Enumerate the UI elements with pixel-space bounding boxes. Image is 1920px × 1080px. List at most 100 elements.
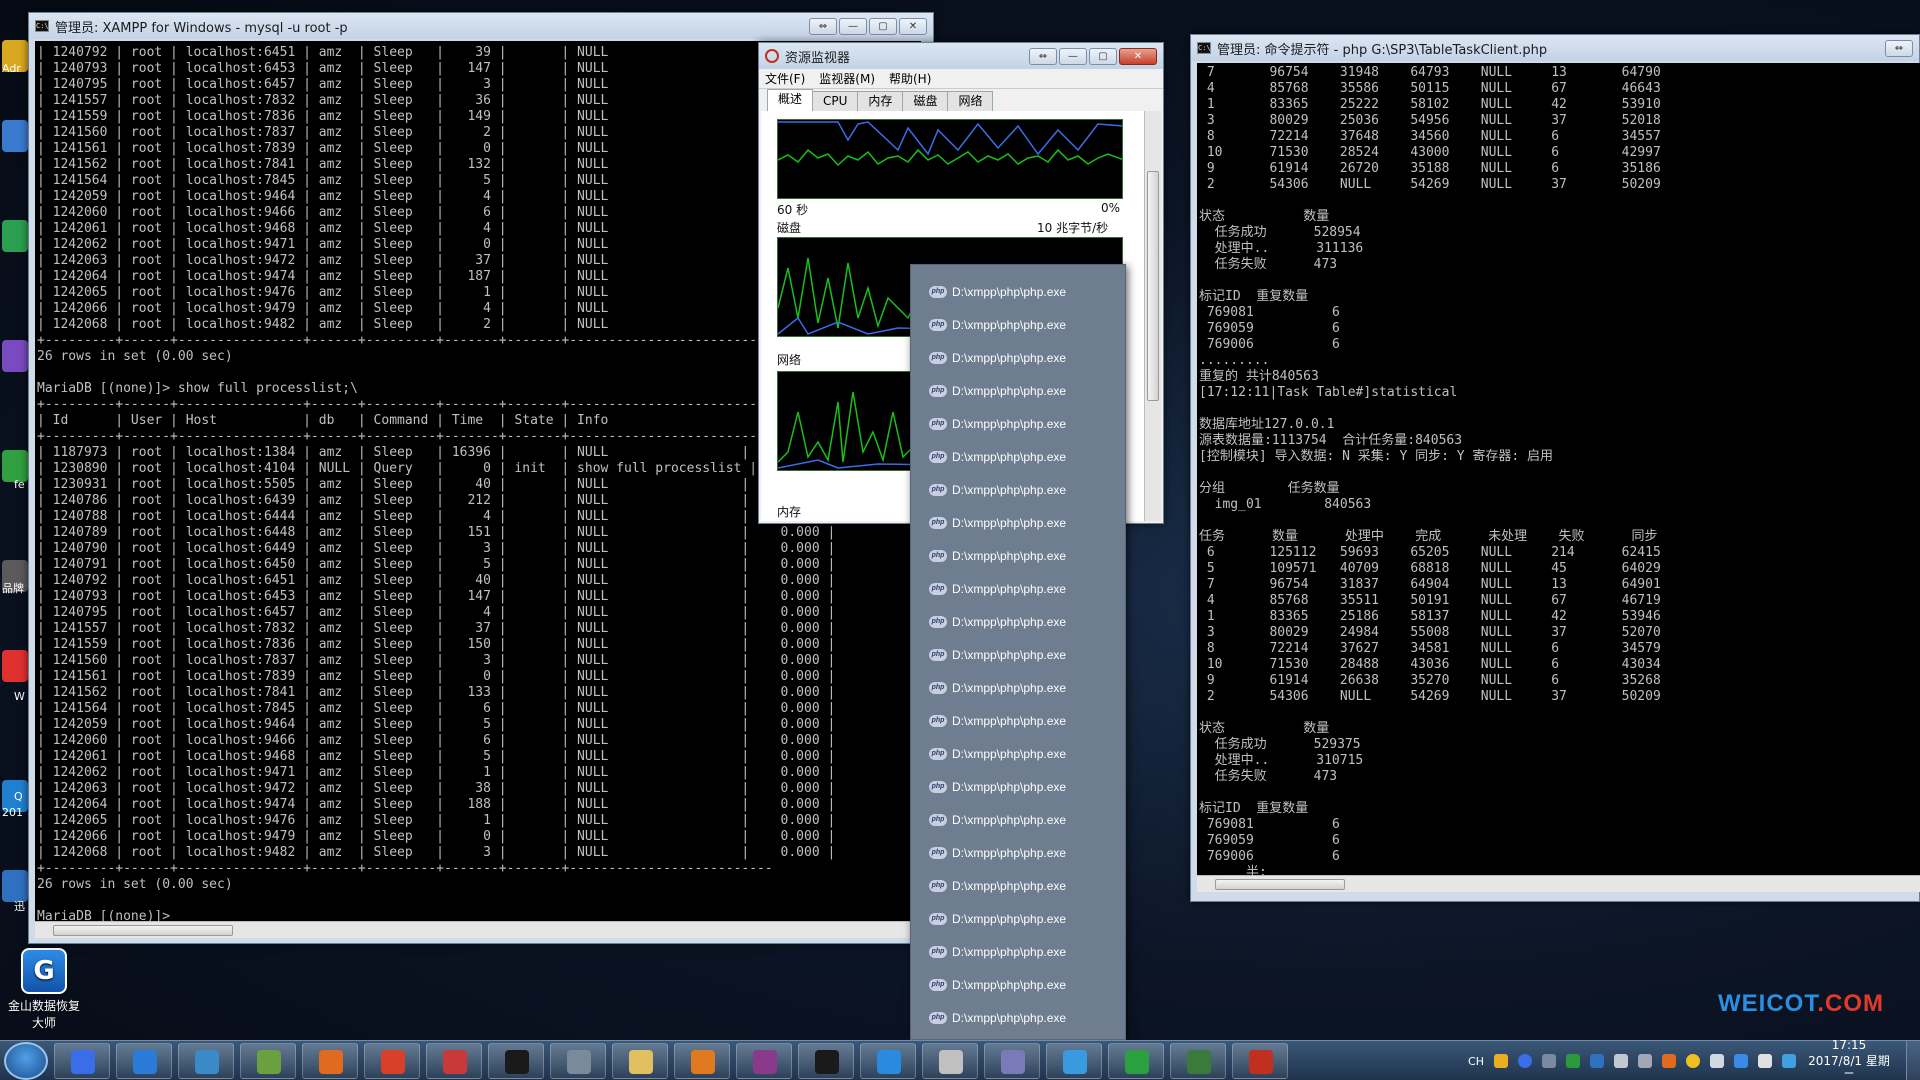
taskbar-app-php[interactable] [54,1042,110,1079]
resmon-restore-aero-icon[interactable]: ⇔ [1029,47,1057,65]
php-window-item[interactable]: php D:\xmpp\php\php.exe [911,374,1125,407]
restore-aero-icon[interactable]: ⇔ [809,17,837,35]
xampp-horizontal-scrollbar[interactable] [35,921,921,938]
tray-pen-icon[interactable] [1758,1054,1772,1068]
php-window-item[interactable]: php D:\xmpp\php\php.exe [911,572,1125,605]
taskbar-app-bird[interactable] [426,1042,482,1079]
taskbar-app-folder[interactable] [612,1042,668,1079]
php-window-item[interactable]: php D:\xmpp\php\php.exe [911,539,1125,572]
php-icon: php [929,978,947,991]
taskbar-app-teamviewer[interactable] [860,1042,916,1079]
taskbar-app-notepad[interactable] [240,1042,296,1079]
tab-overview[interactable]: 概述 [767,89,814,111]
php-icon: php [929,483,947,496]
php-window-item[interactable]: php D:\xmpp\php\php.exe [911,1001,1125,1034]
tab-memory[interactable]: 内存 [857,91,904,111]
tray-volume-icon[interactable] [1710,1054,1724,1068]
php-window-item[interactable]: php D:\xmpp\php\php.exe [911,803,1125,836]
resmon-maximize-button[interactable]: ▢ [1089,47,1117,65]
taskbar-app-monitor[interactable] [1170,1042,1226,1079]
taskbar-app-speaker[interactable] [674,1042,730,1079]
cmd-terminal-output[interactable]: 7 96754 31948 64793 NULL 13 64790 4 8576… [1197,63,1920,875]
tray-green-icon[interactable] [1566,1054,1580,1068]
taskbar-app-window[interactable] [550,1042,606,1079]
tray-xampp-icon[interactable] [1662,1054,1676,1068]
terminal-line: | 1242065 | root | localhost:9476 | amz … [37,813,836,828]
xampp-titlebar[interactable]: C:\ 管理员: XAMPP for Windows - mysql -u ro… [29,13,933,39]
cmd-titlebar[interactable]: C:\ 管理员: 命令提示符 - php G:\SP3\TableTaskCli… [1191,35,1919,61]
php-window-item[interactable]: php D:\xmpp\php\php.exe [911,308,1125,341]
taskbar-app-php[interactable] [984,1042,1040,1079]
php-window-item[interactable]: php D:\xmpp\php\php.exe [911,275,1125,308]
partial-label-3: 品牌 [2,582,24,595]
php-icon: php [929,318,947,331]
taskbar-app-w[interactable] [1046,1042,1102,1079]
php-window-item[interactable]: php D:\xmpp\php\php.exe [911,473,1125,506]
start-button[interactable] [4,1041,48,1080]
cmd-horizontal-scrollbar[interactable] [1197,875,1920,892]
php-window-item[interactable]: php D:\xmpp\php\php.exe [911,770,1125,803]
tab-disk[interactable]: 磁盘 [902,91,949,111]
resmon-vertical-scrollbar[interactable] [1144,111,1161,521]
taskbar-clock[interactable]: 17:15 2017/8/1 星期二 [1806,1037,1892,1080]
php-window-item[interactable]: php D:\xmpp\php\php.exe [911,737,1125,770]
taskbar-app-pen[interactable] [116,1042,172,1079]
data-recovery-label-1: 金山数据恢复 [7,999,80,1013]
tray-shield-icon[interactable] [1590,1054,1604,1068]
xampp-scroll-thumb[interactable] [53,925,233,936]
php-window-item[interactable]: php D:\xmpp\php\php.exe [911,605,1125,638]
php-window-item[interactable]: php D:\xmpp\php\php.exe [911,341,1125,374]
taskbar-app-network[interactable] [178,1042,234,1079]
php-window-item[interactable]: php D:\xmpp\php\php.exe [911,836,1125,869]
terminal-line: 1 83365 25222 58102 NULL 42 53910 [1199,97,1661,112]
terminal-line: 6 125112 59693 65205 NULL 214 62415 [1199,545,1661,560]
resmon-title: 资源监视器 [785,50,851,66]
tab-network[interactable]: 网络 [947,91,994,111]
tray-network-icon[interactable] [1614,1054,1628,1068]
taskbar-app-cmd[interactable] [488,1042,544,1079]
taskbar-app-chrome[interactable] [364,1042,420,1079]
resmon-titlebar[interactable]: 资源监视器 ⇔ — ▢ ✕ [759,43,1163,69]
tray-help-icon[interactable] [1518,1054,1532,1068]
taskbar-app-xampp[interactable] [302,1042,358,1079]
php-window-item[interactable]: php D:\xmpp\php\php.exe [911,968,1125,1001]
php-window-item[interactable]: php D:\xmpp\php\php.exe [911,407,1125,440]
menu-help[interactable]: 帮助(H) [889,70,931,87]
desktop-icon-data-recovery[interactable]: G 金山数据恢复 大师 [4,948,84,1032]
maximize-button[interactable]: ▢ [869,17,897,35]
taskbar-app-editor[interactable] [922,1042,978,1079]
php-window-item[interactable]: php D:\xmpp\php\php.exe [911,671,1125,704]
php-window-item[interactable]: php D:\xmpp\php\php.exe [911,902,1125,935]
tray-qq-icon[interactable] [1686,1054,1700,1068]
taskbar-app-s[interactable] [1108,1042,1164,1079]
cmd-window[interactable]: C:\ 管理员: 命令提示符 - php G:\SP3\TableTaskCli… [1190,34,1920,902]
menu-file[interactable]: 文件(F) [765,70,805,87]
menu-monitor[interactable]: 监视器(M) [819,70,875,87]
partial-label-5: Q [14,790,23,803]
php-window-item[interactable]: php D:\xmpp\php\php.exe [911,935,1125,968]
taskbar-app-resmon[interactable] [1232,1042,1288,1079]
tray-flag-icon[interactable] [1734,1054,1748,1068]
php-window-item[interactable]: php D:\xmpp\php\php.exe [911,506,1125,539]
input-language-indicator[interactable]: CH [1468,1055,1484,1068]
php-window-label: D:\xmpp\php\php.exe [952,812,1067,827]
resmon-minimize-button[interactable]: — [1059,47,1087,65]
show-desktop-button[interactable] [1906,1041,1920,1080]
php-window-item[interactable]: php D:\xmpp\php\php.exe [911,704,1125,737]
cmd-scroll-thumb[interactable] [1215,879,1345,890]
minimize-button[interactable]: — [839,17,867,35]
php-window-item[interactable]: php D:\xmpp\php\php.exe [911,869,1125,902]
taskbar-app-cmd[interactable] [798,1042,854,1079]
close-button[interactable]: ✕ [899,17,927,35]
tray-app-icon[interactable] [1494,1054,1508,1068]
php-window-item[interactable]: php D:\xmpp\php\php.exe [911,638,1125,671]
php-window-item[interactable]: php D:\xmpp\php\php.exe [911,440,1125,473]
tray-ime-icon[interactable] [1782,1054,1796,1068]
resmon-close-button[interactable]: ✕ [1119,47,1157,65]
cmd-restore-aero-icon[interactable]: ⇔ [1885,39,1913,57]
taskbar-app-winrar[interactable] [736,1042,792,1079]
tab-cpu[interactable]: CPU [812,91,859,111]
tray-chevron-icon[interactable] [1542,1054,1556,1068]
resmon-scroll-thumb[interactable] [1147,171,1159,401]
tray-monitor-icon[interactable] [1638,1054,1652,1068]
